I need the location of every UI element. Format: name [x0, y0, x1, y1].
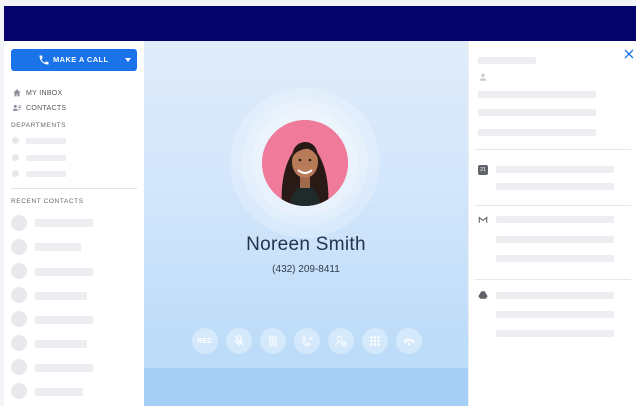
- call-footer-band: [144, 368, 468, 406]
- transfer-button[interactable]: [294, 328, 320, 354]
- detail-placeholder: [478, 91, 596, 98]
- sidebar-item-my-inbox[interactable]: MY INBOX: [12, 87, 63, 99]
- gmail-icon: [478, 216, 488, 223]
- keypad-button[interactable]: [362, 328, 388, 354]
- email-placeholder: [496, 216, 614, 223]
- contact-name: Noreen Smith: [246, 234, 366, 255]
- recent-contact-item[interactable]: [35, 243, 81, 251]
- hangup-button[interactable]: [396, 328, 422, 354]
- panel-divider: [475, 205, 631, 206]
- sidebar-item-label: CONTACTS: [26, 104, 67, 112]
- email-placeholder: [496, 255, 614, 262]
- contact-details-panel: 21: [468, 41, 636, 406]
- calendar-placeholder: [496, 166, 614, 173]
- sidebar-item-label: MY INBOX: [26, 89, 63, 97]
- avatar: [11, 215, 27, 231]
- detail-placeholder: [478, 109, 596, 116]
- chevron-down-icon[interactable]: [125, 58, 131, 62]
- recent-contact-item[interactable]: [35, 340, 87, 348]
- active-call-pane: Noreen Smith (432) 209-8411 REC: [144, 41, 468, 406]
- panel-divider: [475, 279, 631, 280]
- drive-icon: [478, 291, 488, 299]
- call-transfer-icon: [301, 335, 313, 347]
- mute-button[interactable]: [226, 328, 252, 354]
- microphone-off-icon: [234, 335, 244, 347]
- hold-button[interactable]: [260, 328, 286, 354]
- calendar-icon: 21: [478, 165, 488, 175]
- avatar: [11, 239, 27, 255]
- hang-up-icon: [403, 338, 415, 346]
- department-dot: [12, 170, 19, 177]
- avatar: [11, 359, 27, 375]
- sidebar-item-contacts[interactable]: CONTACTS: [12, 102, 66, 114]
- avatar: [11, 335, 27, 351]
- drive-placeholder: [496, 292, 614, 299]
- drive-placeholder: [496, 311, 614, 318]
- avatar: [11, 263, 27, 279]
- calendar-placeholder: [496, 183, 614, 190]
- home-icon: [13, 89, 21, 97]
- detail-placeholder: [478, 57, 536, 64]
- avatar: [11, 287, 27, 303]
- close-icon[interactable]: [623, 48, 635, 60]
- drive-placeholder: [496, 330, 614, 337]
- add-participant-button[interactable]: [328, 328, 354, 354]
- recent-contacts-heading: RECENT CONTACTS: [11, 198, 84, 205]
- department-dot: [12, 154, 19, 161]
- contact-photo: [262, 120, 348, 206]
- pause-icon: [269, 335, 277, 347]
- sidebar-divider: [11, 188, 137, 189]
- panel-divider: [475, 149, 631, 150]
- make-a-call-label: MAKE A CALL: [53, 55, 109, 64]
- top-bar: [4, 6, 636, 41]
- keypad-icon: [370, 336, 380, 346]
- person-icon: [479, 73, 487, 81]
- department-placeholder[interactable]: [26, 138, 66, 144]
- department-placeholder[interactable]: [26, 171, 66, 177]
- make-a-call-button[interactable]: MAKE A CALL: [11, 49, 137, 71]
- department-placeholder[interactable]: [26, 155, 66, 161]
- add-person-icon: [335, 335, 347, 347]
- recent-contact-item[interactable]: [35, 388, 83, 396]
- departments-heading: DEPARTMENTS: [11, 122, 67, 129]
- recent-contact-item[interactable]: [35, 268, 93, 276]
- app-window: MAKE A CALL MY INBOX CONTACTS DEPARTMENT…: [4, 6, 636, 406]
- recent-contact-item[interactable]: [35, 292, 87, 300]
- email-placeholder: [496, 236, 614, 243]
- contact-phone-number: (432) 209-8411: [272, 264, 340, 275]
- avatar: [11, 383, 27, 399]
- recent-contact-item[interactable]: [35, 364, 93, 372]
- record-label: REC: [197, 337, 213, 345]
- contacts-icon: [12, 104, 22, 111]
- recent-contact-item[interactable]: [35, 219, 93, 227]
- recent-contact-item[interactable]: [35, 316, 93, 324]
- record-button[interactable]: REC: [192, 328, 218, 354]
- contact-avatar: [262, 120, 348, 206]
- detail-placeholder: [478, 129, 596, 136]
- phone-icon: [39, 55, 49, 65]
- department-dot: [12, 137, 19, 144]
- avatar: [11, 311, 27, 327]
- sidebar: MAKE A CALL MY INBOX CONTACTS DEPARTMENT…: [4, 41, 144, 406]
